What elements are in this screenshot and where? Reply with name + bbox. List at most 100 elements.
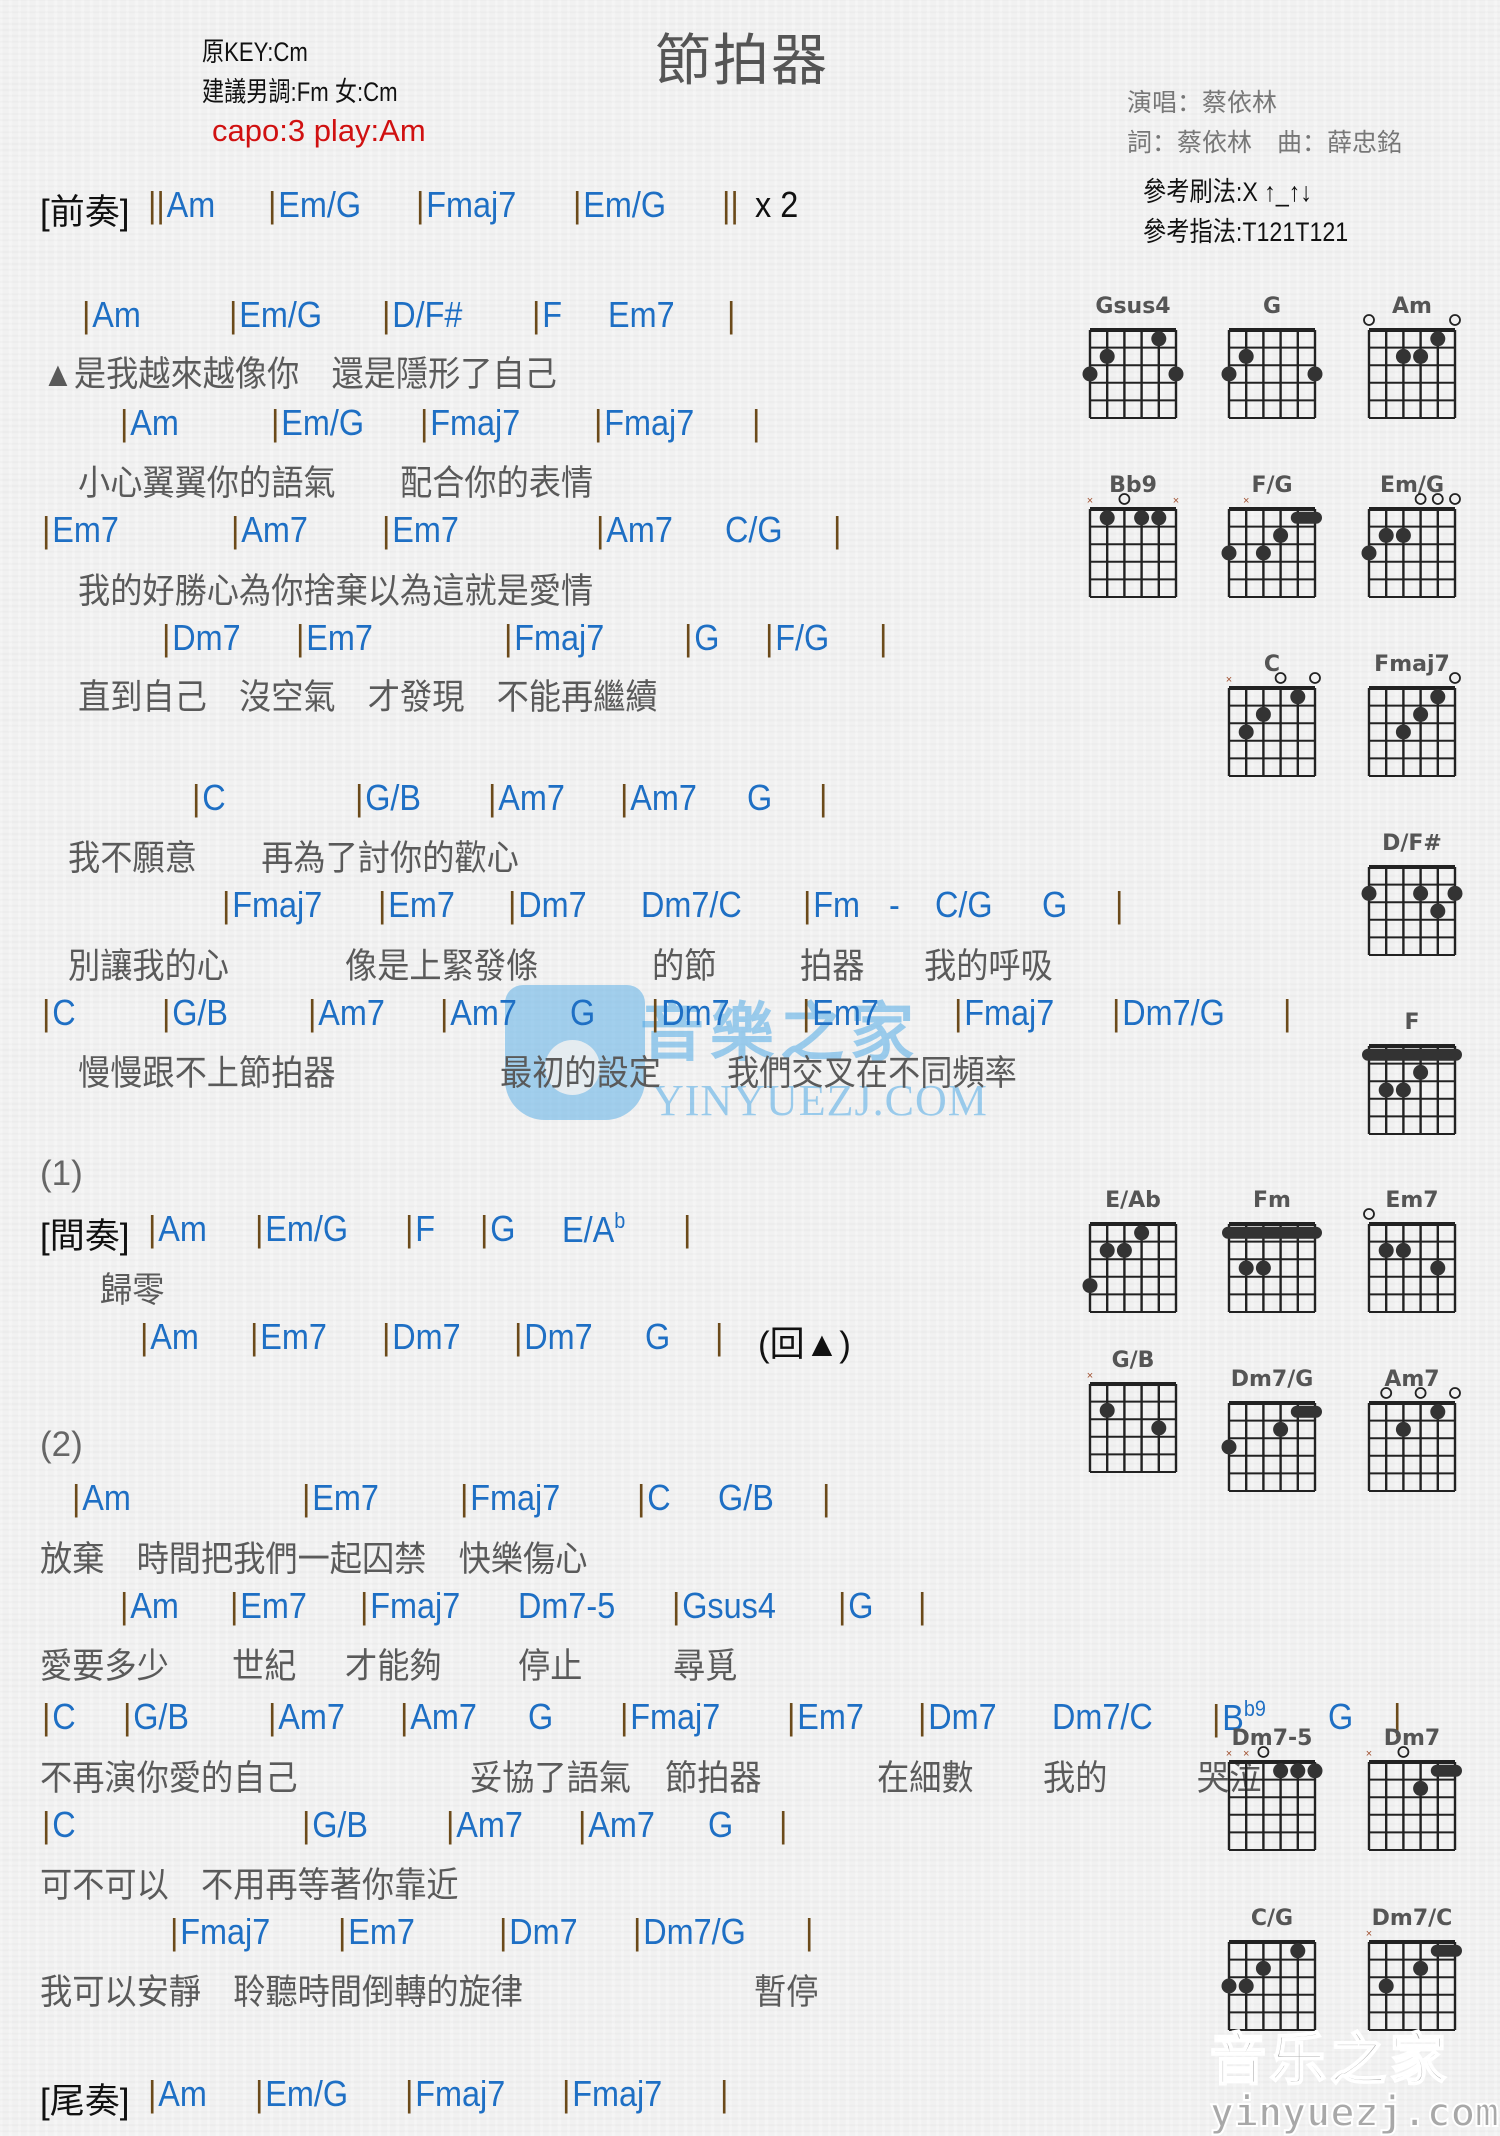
chord-token: |Am7 — [488, 777, 565, 819]
finger-dot — [1430, 331, 1446, 347]
chord-token: G — [570, 992, 595, 1034]
finger-dot — [1151, 1420, 1167, 1436]
barre-mark — [1362, 1048, 1462, 1061]
finger-dot — [1238, 348, 1254, 364]
muted-string-icon: × — [1243, 495, 1249, 507]
bar-line: | — [446, 1804, 455, 1845]
chord-token: G — [708, 1804, 733, 1846]
finger-dot — [1168, 366, 1184, 382]
chord-token: |Dm7 — [651, 992, 730, 1034]
bar-line: | — [954, 992, 963, 1033]
bar-line: | — [231, 509, 240, 550]
chord-name: G/B — [172, 992, 229, 1033]
bar-line: | — [222, 884, 231, 925]
chord-name: Fmaj7 — [430, 402, 521, 443]
chord-diagram-name: G/B — [1111, 1348, 1155, 1373]
chord-name: Am — [82, 1477, 131, 1518]
finger-dot — [1273, 1421, 1289, 1437]
bar-line: | — [578, 1804, 587, 1845]
bar-line: | — [416, 184, 425, 225]
chord-name: Am7 — [278, 1696, 345, 1737]
chord-token: |D/F# — [382, 294, 462, 336]
finger-dot — [1255, 706, 1271, 722]
bar-line: | — [148, 2073, 157, 2114]
muted-string-icon: × — [1173, 495, 1179, 507]
chord-diagram-name: Dm7-5 — [1231, 1726, 1313, 1751]
bar-line: | — [338, 1911, 347, 1952]
muted-string-icon: × — [1226, 1748, 1232, 1760]
finger-dot — [1395, 1421, 1411, 1437]
chord-token: |C — [42, 1696, 76, 1738]
barre-mark — [1290, 1405, 1322, 1418]
fretboard-grid — [1367, 1387, 1461, 1492]
chord-token: |Am7 — [400, 1696, 477, 1738]
chord-name: Dm7 — [509, 1911, 578, 1952]
chord-token: | — [727, 294, 737, 336]
chord-token: |Fmaj7 — [562, 2073, 662, 2115]
bar-line: | — [637, 1477, 646, 1518]
chord-token: |C — [637, 1477, 671, 1519]
finger-dot — [1430, 1404, 1446, 1420]
finger-dot — [1238, 1978, 1254, 1994]
lyric-line: 我的呼吸 — [924, 947, 1053, 986]
chord-name: Am — [150, 1316, 199, 1357]
finger-dot — [1430, 903, 1446, 919]
finger-dot — [1378, 1082, 1394, 1098]
lyric-line: 直到自己 沒空氣 才發現 不能再繼續 — [78, 678, 658, 717]
chord-name: G — [490, 1208, 516, 1249]
fretboard-grid — [1222, 1222, 1322, 1313]
bar-line: | — [268, 1696, 277, 1737]
finger-dot — [1413, 348, 1429, 364]
chord-token: |Am7 — [596, 509, 673, 551]
chord-token: |Fmaj7 — [620, 1696, 720, 1738]
finger-dot — [1221, 545, 1237, 561]
muted-string-icon: × — [1087, 495, 1093, 507]
chord-token: C/G — [935, 884, 993, 926]
fretboard-grid — [1367, 672, 1461, 777]
bar-line: | — [120, 1585, 129, 1626]
chord-token: |Am7 — [308, 992, 385, 1034]
lyric-line: 我可以安靜 聆聽時間倒轉的旋律 — [40, 1973, 524, 2012]
bar-line: | — [1283, 992, 1292, 1033]
chord-name: Em7 — [608, 294, 675, 335]
chord-name: Fmaj7 — [604, 402, 695, 443]
finger-dot — [1395, 1242, 1411, 1258]
chord-token: |Fmaj7 — [170, 1911, 270, 1953]
chord-token: |F — [532, 294, 562, 336]
bar-line: | — [672, 1585, 681, 1626]
chord-token: |G/B — [355, 777, 421, 819]
lyric-line: 才能夠 — [345, 1647, 442, 1686]
chord-token: |Dm7 — [382, 1316, 461, 1358]
finger-dot — [1255, 545, 1271, 561]
bar-line: | — [230, 1585, 239, 1626]
finger-dot — [1238, 724, 1254, 740]
chord-token: |G/B — [302, 1804, 368, 1846]
fretboard-grid: × — [1221, 495, 1322, 598]
bar-line: | — [803, 884, 812, 925]
chord-name: G — [528, 1696, 554, 1737]
bar-line: | — [440, 992, 449, 1033]
chord-token: Em7 — [608, 294, 675, 336]
fretboard-grid — [1082, 328, 1184, 419]
lyric-line: 像是上緊發條 — [345, 947, 539, 986]
chord-diagram-name: Em/G — [1379, 473, 1445, 498]
lyric-line: 世紀 — [232, 1647, 297, 1686]
finger-dot — [1255, 1260, 1271, 1276]
chord-name: G — [708, 1804, 734, 1845]
lyric-line: 我的好勝心為你捨棄以為這就是愛情 — [78, 572, 594, 611]
chord-diagram-name: D/F# — [1382, 831, 1442, 856]
singer-credit: 演唱：蔡依林 — [1127, 89, 1278, 117]
chord-name: F/G — [775, 617, 830, 658]
chord-name: Em/G — [265, 2073, 349, 2114]
bar-line: || — [148, 184, 165, 225]
chord-token: |Am — [148, 1208, 207, 1250]
fretboard-grid — [1363, 1208, 1457, 1313]
chord-name: F — [415, 1208, 436, 1249]
bar-line: | — [255, 2073, 264, 2114]
fretboard-grid: × — [1226, 672, 1321, 777]
finger-dot — [1099, 348, 1115, 364]
chord-token: |Em7 — [42, 509, 119, 551]
chord-token: |Em7 — [250, 1316, 327, 1358]
chord-name: G — [1328, 1696, 1354, 1737]
chord-name: Am — [130, 1585, 179, 1626]
